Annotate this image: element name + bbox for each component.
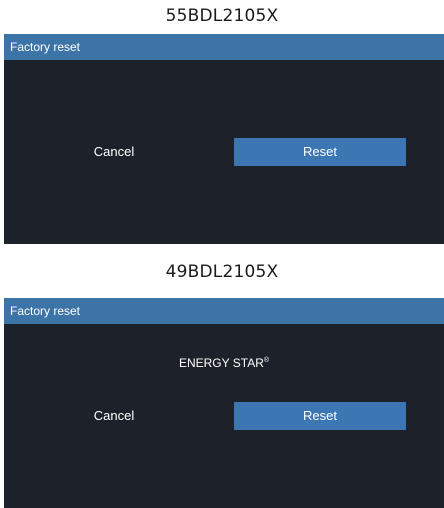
model-label: 49BDL2105X (165, 262, 279, 282)
energy-star-label: ENERGY STAR® (4, 356, 444, 370)
factory-reset-dialog: Factory reset Cancel Reset (4, 34, 444, 244)
dialog-title: Factory reset (4, 298, 444, 324)
model-label: 55BDL2105X (165, 6, 279, 26)
registered-mark: ® (263, 357, 270, 364)
factory-reset-dialog: Factory reset ENERGY STAR® Cancel Reset (4, 298, 444, 508)
cancel-button[interactable]: Cancel (34, 402, 194, 430)
dialog-title: Factory reset (4, 34, 444, 60)
reset-button[interactable]: Reset (234, 138, 406, 166)
cancel-button[interactable]: Cancel (34, 138, 194, 166)
energy-star-text: ENERGY STAR (178, 356, 264, 370)
reset-button[interactable]: Reset (234, 402, 406, 430)
